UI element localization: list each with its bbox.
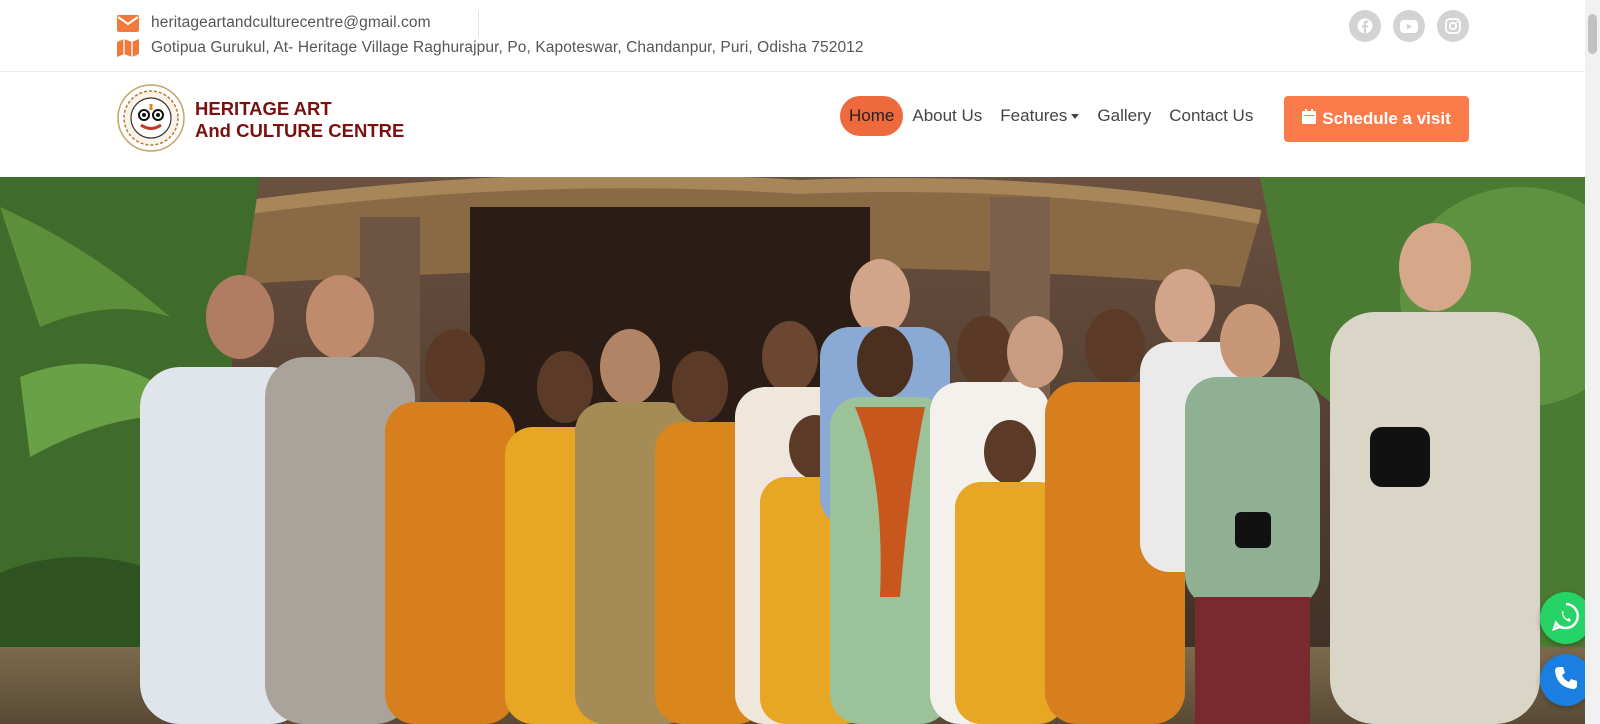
schedule-visit-label: Schedule a visit [1322,109,1451,128]
whatsapp-icon [1551,601,1581,636]
calendar-icon [1302,109,1317,129]
schedule-visit-button[interactable]: Schedule a visit [1284,96,1469,142]
page-scrollbar[interactable] [1585,0,1600,724]
nav-features-label: Features [1000,106,1068,125]
chevron-down-icon [1071,114,1080,120]
contact-email[interactable]: heritageartandculturecentre@gmail.com [151,14,431,32]
brand-line-2: And CULTURE CENTRE [195,120,405,141]
nav-features[interactable]: Features [991,96,1088,136]
contact-address: Gotipua Gurukul, At- Heritage Village Ra… [151,39,864,56]
instagram-icon[interactable] [1437,10,1469,42]
scrollbar-thumb[interactable] [1588,14,1597,54]
divider [478,11,479,37]
nav-contact-us[interactable]: Contact Us [1160,96,1262,136]
hero-image [0,177,1585,724]
social-links [1349,10,1469,42]
nav-home[interactable]: Home [840,96,904,136]
nav-about-us[interactable]: About Us [903,96,991,136]
main-nav: Home About Us Features Gallery Contact U… [840,96,1262,136]
youtube-icon[interactable] [1393,10,1425,42]
brand-line-1: HERITAGE ART [195,98,332,119]
nav-gallery[interactable]: Gallery [1088,96,1160,136]
site-header: HERITAGE ART And CULTURE CENTRE Home Abo… [0,72,1585,177]
facebook-icon[interactable] [1349,10,1381,42]
email-row[interactable]: heritageartandculturecentre@gmail.com [117,13,431,33]
brand-name[interactable]: HERITAGE ART And CULTURE CENTRE [195,98,404,142]
map-icon [117,38,139,58]
phone-icon [1553,665,1579,696]
site-logo[interactable] [117,84,185,152]
address-row: Gotipua Gurukul, At- Heritage Village Ra… [117,38,864,58]
top-info-bar: heritageartandculturecentre@gmail.com Go… [0,0,1585,72]
envelope-icon [117,13,139,33]
